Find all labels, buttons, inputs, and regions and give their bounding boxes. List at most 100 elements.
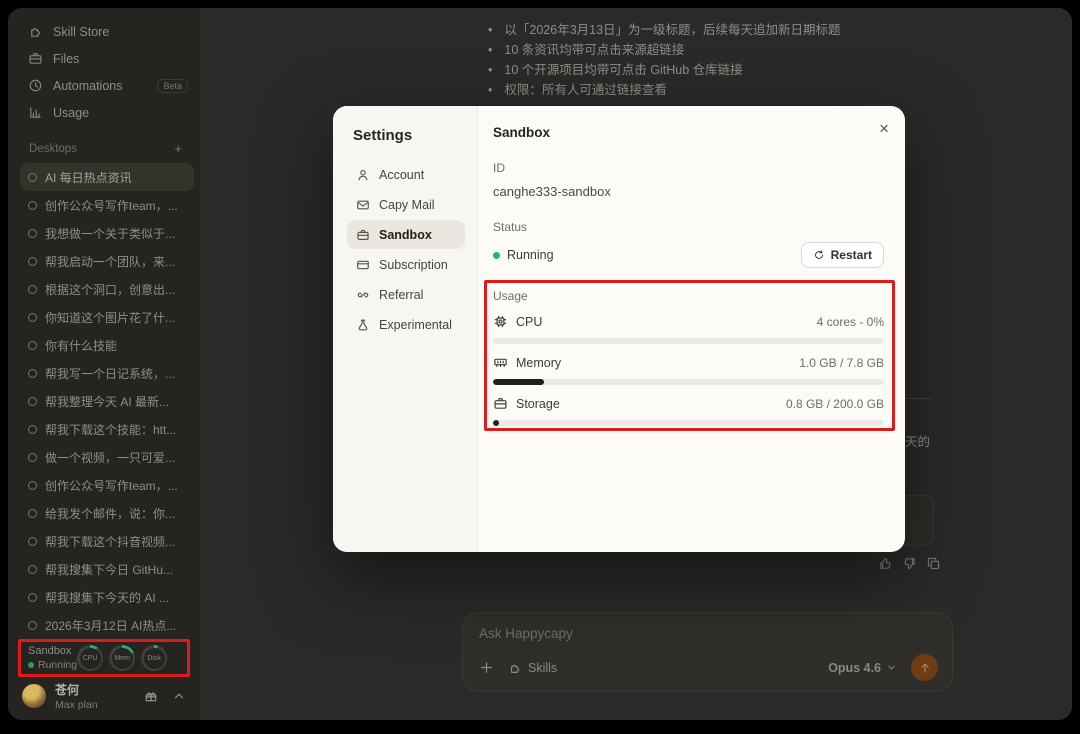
toolbox-icon (356, 228, 370, 242)
restart-button[interactable]: Restart (800, 242, 884, 268)
chat-title: 帮我下载这个抖音视频... (45, 534, 176, 549)
chat-status-icon (28, 452, 37, 462)
user-plan: Max plan (55, 699, 98, 711)
chat-status-icon (28, 620, 37, 630)
chart-icon (28, 105, 43, 120)
settings-nav-item[interactable]: Referral (347, 280, 465, 309)
usage-row-value: 1.0 GB / 7.8 GB (799, 355, 884, 370)
usage-section: Usage CPU 4 cores - 0% Memory 1.0 GB / 7… (484, 280, 895, 431)
chat-list-item[interactable]: 做一个视频，一只可爱... (20, 443, 194, 471)
settings-nav-item[interactable]: Experimental (347, 310, 465, 339)
chat-list-item[interactable]: 根据这个洞口，创意出... (20, 275, 194, 303)
copy-icon[interactable] (926, 556, 941, 571)
model-selector[interactable]: Opus 4.6 (828, 661, 897, 675)
gift-icon[interactable] (144, 689, 158, 703)
thumb-up-icon[interactable] (878, 556, 893, 571)
chat-status-icon (28, 368, 37, 378)
chat-title: 帮我搜集下今天的 AI ... (45, 590, 170, 605)
user-name: 苍何 (55, 683, 80, 697)
chat-list-item[interactable]: 创作公众号写作team，... (20, 471, 194, 499)
sidebar-nav-item[interactable]: Automations Beta (8, 72, 200, 99)
composer: Ask Happycapy Skills Opus 4.6 (462, 612, 953, 692)
settings-nav-item[interactable]: Capy Mail (347, 190, 465, 219)
chat-list-item[interactable]: AI 每日热点资讯 (20, 163, 194, 191)
chat-list-item[interactable]: 帮我下载这个技能：htt... (20, 415, 194, 443)
add-desktop-button[interactable]: + (174, 142, 182, 155)
bullet-item: • 权限：所有人可通过链接查看 (488, 80, 968, 100)
sidebar-nav: Skill Store Files Automations Beta Usage (8, 18, 200, 126)
sandbox-panel: × Sandbox ID canghe333-sandbox Status Ru… (478, 106, 905, 552)
chat-list-item[interactable]: 我想做一个关于类似于... (20, 219, 194, 247)
chat-list-item[interactable]: 帮我下载这个抖音视频... (20, 527, 194, 555)
settings-nav-item[interactable]: Account (347, 160, 465, 189)
status-label: Status (493, 220, 528, 234)
close-icon[interactable]: × (875, 116, 893, 141)
chevron-down-icon (886, 662, 897, 673)
chat-list-item[interactable]: 帮我启动一个团队，来... (20, 247, 194, 275)
model-name: Opus 4.6 (828, 660, 881, 675)
message-actions (878, 556, 941, 571)
chat-list-item[interactable]: 创作公众号写作team，... (20, 191, 194, 219)
bullet-item: • 10 条资讯均带可点击来源超链接 (488, 40, 968, 60)
chat-title: 帮我整理今天 AI 最新... (45, 394, 170, 409)
bullet-text: 以「2026年3月13日」为一级标题，后续每天追加新日期标题 (504, 23, 841, 37)
chat-status-icon (28, 284, 37, 294)
chat-status-icon (28, 200, 37, 210)
chat-list-item[interactable]: 帮我写一个日记系统，... (20, 359, 194, 387)
beta-badge: Beta (157, 78, 188, 93)
gauge-label: Disk (147, 654, 161, 662)
mail-icon (356, 198, 370, 212)
thumb-down-icon[interactable] (902, 556, 917, 571)
bullet-text: 权限：所有人可通过链接查看 (504, 83, 667, 97)
chat-list-item[interactable]: 2026年3月12日 AI热点... (20, 611, 194, 639)
settings-nav-label: Sandbox (379, 227, 432, 242)
sandbox-status-widget[interactable]: Sandbox Running CPU Mem Disk (18, 639, 190, 677)
sidebar-nav-item[interactable]: Files (8, 45, 200, 72)
running-dot-icon (493, 251, 500, 259)
chat-list-item[interactable]: 帮我整理今天 AI 最新... (20, 387, 194, 415)
settings-nav-label: Experimental (379, 317, 452, 332)
chat-list-item[interactable]: 帮我搜集下今天的 AI ... (20, 583, 194, 611)
sidebar: Skill Store Files Automations Beta Usage… (8, 8, 200, 720)
usage-row-label: Memory (516, 355, 562, 370)
sidebar-nav-label: Skill Store (53, 24, 110, 39)
composer-input[interactable]: Ask Happycapy (479, 626, 938, 641)
chat-list-item[interactable]: 你知道这个图片花了什... (20, 303, 194, 331)
chevron-up-icon[interactable] (172, 689, 186, 703)
resource-gauge: CPU (77, 645, 104, 671)
usage-row: CPU 4 cores - 0% (493, 314, 884, 344)
send-button[interactable] (911, 654, 938, 681)
chat-list-item[interactable]: 给我发个邮件，说：你... (20, 499, 194, 527)
settings-nav-item[interactable]: Sandbox (347, 220, 465, 249)
usage-progress-fill (493, 420, 499, 426)
sidebar-nav-item[interactable]: Skill Store (8, 18, 200, 45)
settings-title: Settings (353, 127, 413, 144)
settings-nav: Settings Account Capy Mail Sandbox Subsc… (333, 106, 478, 552)
settings-nav-label: Referral (379, 287, 424, 302)
message-bullet-list: • 以「2026年3月13日」为一级标题，后续每天追加新日期标题 • 10 条资… (488, 20, 968, 100)
settings-modal: Settings Account Capy Mail Sandbox Subsc… (333, 106, 905, 552)
chat-list-item[interactable]: 帮我搜集下今日 GitHu... (20, 555, 194, 583)
settings-nav-label: Capy Mail (379, 197, 435, 212)
usage-progress-fill (493, 379, 544, 385)
chat-status-icon (28, 340, 37, 350)
user-account-row[interactable]: 苍何 Max plan (22, 681, 186, 711)
usage-row: Storage 0.8 GB / 200.0 GB (493, 396, 884, 426)
chat-status-icon (28, 508, 37, 518)
settings-nav-item[interactable]: Subscription (347, 250, 465, 279)
sandbox-gauges: CPU Mem Disk (77, 645, 193, 671)
link-icon (356, 288, 370, 302)
flask-icon (356, 318, 370, 332)
avatar (22, 684, 46, 708)
sidebar-nav-item[interactable]: Usage (8, 99, 200, 126)
chat-list-item[interactable]: 你有什么技能 (20, 331, 194, 359)
attach-plus-icon[interactable] (479, 660, 494, 675)
chat-title: 你有什么技能 (45, 338, 118, 353)
sidebar-nav-label: Usage (53, 105, 90, 120)
desktops-header-row: Desktops + (8, 142, 200, 155)
chat-status-icon (28, 480, 37, 490)
card-icon (356, 258, 370, 272)
chat-status-icon (28, 228, 37, 238)
chat-title: AI 每日热点资讯 (45, 170, 132, 185)
skills-button[interactable]: Skills (508, 661, 557, 675)
